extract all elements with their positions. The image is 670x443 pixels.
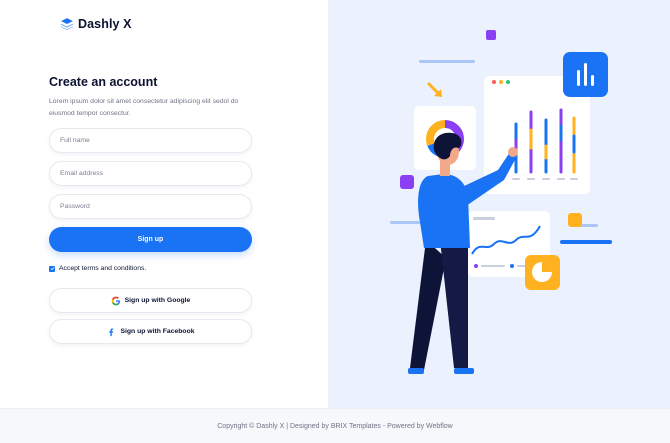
- signup-button[interactable]: Sign up: [49, 227, 252, 252]
- terms-checkbox[interactable]: [49, 265, 55, 272]
- facebook-icon: [109, 327, 114, 336]
- copyright-text: Copyright © Dashly X | Designed by BRIX …: [217, 422, 453, 430]
- google-signup-label: Sign up with Google: [124, 297, 191, 304]
- facebook-signup-button[interactable]: Sign up with Facebook: [49, 319, 252, 344]
- layers-icon: [61, 18, 73, 31]
- page-subtitle: Lorem ipsum dolor sit amet consectetur a…: [49, 98, 239, 117]
- page-footer: Copyright © Dashly X | Designed by BRIX …: [0, 408, 670, 443]
- brand-logo[interactable]: Dashly X: [60, 17, 132, 31]
- check-icon: [50, 267, 54, 271]
- password-input[interactable]: [49, 194, 252, 219]
- google-signup-button[interactable]: Sign up with Google: [49, 288, 252, 313]
- signup-panel: Dashly X Create an account Lorem ipsum d…: [0, 0, 328, 408]
- terms-row: Accept terms and conditions.: [49, 265, 146, 272]
- dashboard-illustration: [390, 30, 612, 374]
- google-icon: [111, 296, 120, 305]
- email-input[interactable]: [49, 161, 252, 186]
- facebook-signup-label: Sign up with Facebook: [120, 328, 195, 335]
- hero-illustration-panel: [328, 0, 670, 408]
- terms-label: Accept terms and conditions.: [59, 265, 147, 272]
- fullname-input[interactable]: [49, 128, 252, 153]
- brand-name: Dashly X: [78, 17, 132, 31]
- page-title: Create an account: [49, 75, 158, 89]
